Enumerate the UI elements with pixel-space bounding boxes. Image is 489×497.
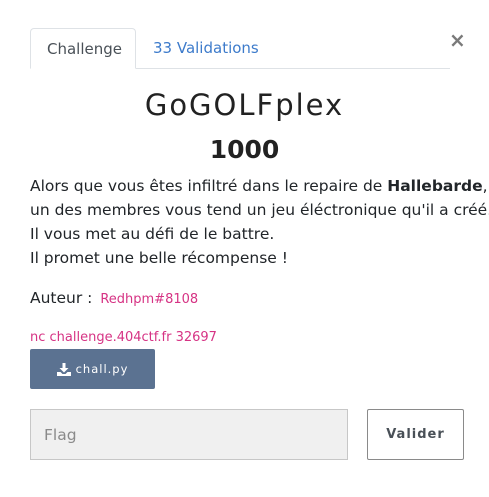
download-icon	[56, 362, 71, 376]
connection-info: nc challenge.404ctf.fr 32697	[30, 330, 217, 345]
download-file-label: chall.py	[75, 362, 129, 376]
submit-button[interactable]: Valider	[367, 409, 464, 460]
author-link[interactable]: Redhpm#8108	[100, 292, 198, 307]
challenge-description: Alors que vous êtes infiltré dans le rep…	[30, 174, 489, 270]
close-icon[interactable]: ×	[449, 30, 466, 50]
challenge-modal: × Challenge 33 Validations GoGOLFplex 10…	[0, 0, 489, 497]
author: Auteur : Redhpm#8108	[30, 287, 198, 311]
description-line-2: un des membres vous tend un jeu éléctron…	[30, 201, 489, 219]
description-line-4: Il promet une belle récompense !	[30, 249, 288, 267]
tab-challenge[interactable]: Challenge	[30, 28, 136, 69]
challenge-title: GoGOLFplex	[144, 88, 345, 122]
challenge-points: 1000	[209, 135, 280, 164]
description-text: Alors que vous êtes infiltré dans le rep…	[30, 177, 388, 195]
flag-input[interactable]	[30, 409, 348, 460]
download-file-button[interactable]: chall.py	[30, 349, 155, 389]
tab-bar: Challenge 33 Validations	[30, 28, 450, 69]
description-line-3: Il vous met au défi de le battre.	[30, 225, 275, 243]
tab-validations[interactable]: 33 Validations	[137, 28, 275, 69]
description-line-1: Alors que vous êtes infiltré dans le rep…	[30, 174, 488, 198]
author-label: Auteur :	[30, 289, 93, 307]
description-bold-name: Hallebarde	[387, 177, 483, 195]
description-text: ,	[482, 177, 488, 195]
